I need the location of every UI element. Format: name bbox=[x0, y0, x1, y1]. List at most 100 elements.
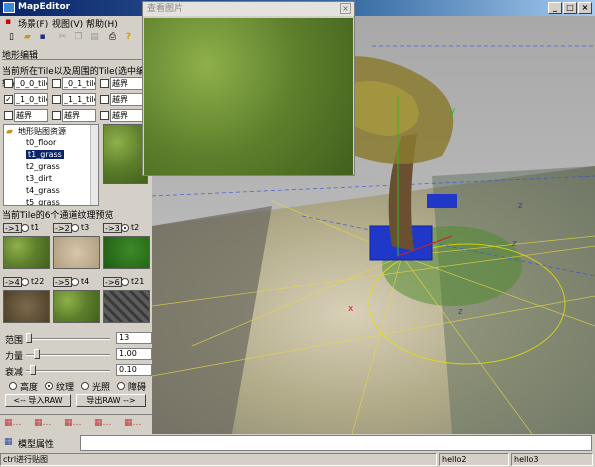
app-icon bbox=[3, 2, 15, 13]
strength-slider-thumb[interactable] bbox=[33, 349, 40, 359]
list-item[interactable]: t3_dirt bbox=[26, 174, 52, 183]
panel-tab-icon[interactable]: ▦… bbox=[64, 418, 82, 428]
tile-cell[interactable]: _1_1_tile bbox=[62, 93, 96, 106]
tile-cell[interactable]: _0_1_tile bbox=[62, 77, 96, 90]
channel-button[interactable]: ->2 bbox=[53, 223, 72, 233]
menu-view[interactable]: 视图(V) bbox=[52, 17, 83, 30]
preview-title: 查看图片 × bbox=[143, 2, 354, 16]
export-raw-button[interactable]: 导出RAW --> bbox=[76, 394, 146, 407]
status-message: ctrl进行贴图 bbox=[0, 453, 437, 466]
channel-texture bbox=[53, 236, 100, 269]
tile-checkbox[interactable] bbox=[4, 111, 13, 120]
tile-checkbox[interactable]: ✓ bbox=[4, 95, 13, 104]
channel-button[interactable]: ->5 bbox=[53, 277, 72, 287]
tile-checkbox[interactable] bbox=[100, 111, 109, 120]
save-icon[interactable]: ▪ bbox=[36, 31, 49, 44]
channel-texture bbox=[3, 290, 50, 323]
channel-texture bbox=[103, 236, 150, 269]
model-properties-tab[interactable]: 模型属性 bbox=[18, 437, 54, 450]
mode-label: 高度 bbox=[20, 383, 39, 393]
tile-cell[interactable]: _1_0_tile bbox=[14, 93, 48, 106]
texture-list[interactable]: ▰ 地形贴图资源 t0_floor t1_grass t2_grass t3_d… bbox=[3, 124, 99, 206]
tile-checkbox[interactable] bbox=[100, 79, 109, 88]
channel-name: t2 bbox=[131, 223, 140, 232]
new-icon[interactable]: ▯ bbox=[5, 31, 18, 44]
panel-tab-icon[interactable]: ▦… bbox=[34, 418, 52, 428]
list-item[interactable]: t5_grass bbox=[26, 198, 60, 205]
channel-radio[interactable] bbox=[21, 224, 29, 232]
list-item[interactable]: t2_grass bbox=[26, 162, 60, 171]
list-item[interactable]: t1_grass bbox=[26, 150, 64, 159]
tile-cell[interactable]: _0_0_tile bbox=[14, 77, 48, 90]
tile-checkbox[interactable] bbox=[4, 79, 13, 88]
svg-text:x: x bbox=[348, 304, 354, 314]
tile-checkbox[interactable] bbox=[100, 95, 109, 104]
image-preview-window[interactable]: 查看图片 × bbox=[142, 1, 355, 176]
list-item[interactable]: t4_grass bbox=[26, 186, 60, 195]
cut-icon[interactable]: ✂ bbox=[56, 31, 69, 44]
channel-radio[interactable] bbox=[71, 224, 79, 232]
channel-radio[interactable] bbox=[21, 278, 29, 286]
channel-radio[interactable] bbox=[71, 278, 79, 286]
decay-value[interactable]: 0.10 bbox=[116, 364, 152, 376]
tile-checkbox[interactable] bbox=[52, 79, 61, 88]
texture-root[interactable]: 地形贴图资源 bbox=[18, 126, 66, 137]
import-raw-button[interactable]: <-- 导入RAW bbox=[5, 394, 71, 407]
status-cell: hello3 bbox=[511, 453, 593, 466]
decay-slider[interactable] bbox=[26, 370, 110, 372]
channel-button[interactable]: ->4 bbox=[3, 277, 22, 287]
list-item[interactable]: t0_floor bbox=[26, 138, 56, 147]
mode-radio-texture[interactable] bbox=[45, 382, 53, 390]
tile-cell[interactable]: 越界 bbox=[14, 109, 48, 122]
window-title: MapEditor bbox=[18, 2, 71, 12]
decay-label: 衰减 bbox=[5, 368, 24, 378]
properties-field[interactable] bbox=[80, 435, 592, 451]
mode-radio-height[interactable] bbox=[9, 382, 17, 390]
panel-tab-icon[interactable]: ▦… bbox=[124, 418, 142, 428]
channel-name: t1 bbox=[31, 223, 40, 232]
channel-texture bbox=[103, 290, 150, 323]
terrain-panel: 地形编辑ᵖ 当前所在Tile以及周围的Tile(选中编辑) _0_0_tile … bbox=[0, 46, 152, 434]
svg-text:y: y bbox=[450, 106, 456, 116]
panel-tab-icon[interactable]: ▦… bbox=[94, 418, 112, 428]
maximize-button[interactable]: □ bbox=[563, 2, 577, 14]
channel-name: t22 bbox=[31, 277, 45, 286]
channel-button[interactable]: ->3 bbox=[103, 223, 122, 233]
mode-radio-light[interactable] bbox=[81, 382, 89, 390]
menu-help[interactable]: 帮助(H) bbox=[86, 17, 118, 30]
channel-button[interactable]: ->1 bbox=[3, 223, 22, 233]
status-cell: hello2 bbox=[439, 453, 509, 466]
channel-name: t3 bbox=[81, 223, 90, 232]
tile-cell[interactable]: 越界 bbox=[62, 109, 96, 122]
tile-checkbox[interactable] bbox=[52, 95, 61, 104]
tile-section-label: 当前所在Tile以及周围的Tile(选中编辑) bbox=[2, 67, 146, 90]
strength-value[interactable]: 1.00 bbox=[116, 348, 152, 360]
channel-radio[interactable] bbox=[121, 278, 129, 286]
panel-tab-icon[interactable]: ▦… bbox=[4, 418, 22, 428]
decay-slider-thumb[interactable] bbox=[29, 365, 36, 375]
list-scrollbar[interactable] bbox=[90, 125, 98, 205]
range-slider[interactable] bbox=[26, 338, 110, 340]
mode-label: 光照 bbox=[92, 383, 111, 393]
range-value[interactable]: 13 bbox=[116, 332, 152, 344]
close-icon[interactable]: × bbox=[340, 3, 351, 14]
channel-radio[interactable] bbox=[121, 224, 129, 232]
print-icon[interactable]: ⎙ bbox=[106, 31, 119, 44]
mode-label: 障碍 bbox=[128, 383, 147, 393]
svg-text:z: z bbox=[458, 307, 463, 317]
channel-button[interactable]: ->6 bbox=[103, 277, 122, 287]
channel-name: t4 bbox=[81, 277, 90, 286]
close-button[interactable]: × bbox=[578, 2, 592, 14]
copy-icon[interactable]: ❐ bbox=[72, 31, 85, 44]
mode-radio-obstacle[interactable] bbox=[117, 382, 125, 390]
minimize-button[interactable]: _ bbox=[548, 2, 562, 14]
toolbar: ▯ ▰ ▪ ✂ ❐ ▤ ⎙ ? bbox=[0, 30, 140, 46]
paste-icon[interactable]: ▤ bbox=[88, 31, 101, 44]
help-icon[interactable]: ? bbox=[122, 31, 135, 44]
range-slider-thumb[interactable] bbox=[26, 333, 32, 343]
tile-checkbox[interactable] bbox=[52, 111, 61, 120]
open-icon[interactable]: ▰ bbox=[21, 31, 34, 44]
svg-text:z: z bbox=[518, 201, 523, 211]
bottom-tab-bar: ▦ 模型属性 bbox=[0, 434, 595, 452]
menu-scene[interactable]: 场景(F) bbox=[18, 17, 48, 30]
